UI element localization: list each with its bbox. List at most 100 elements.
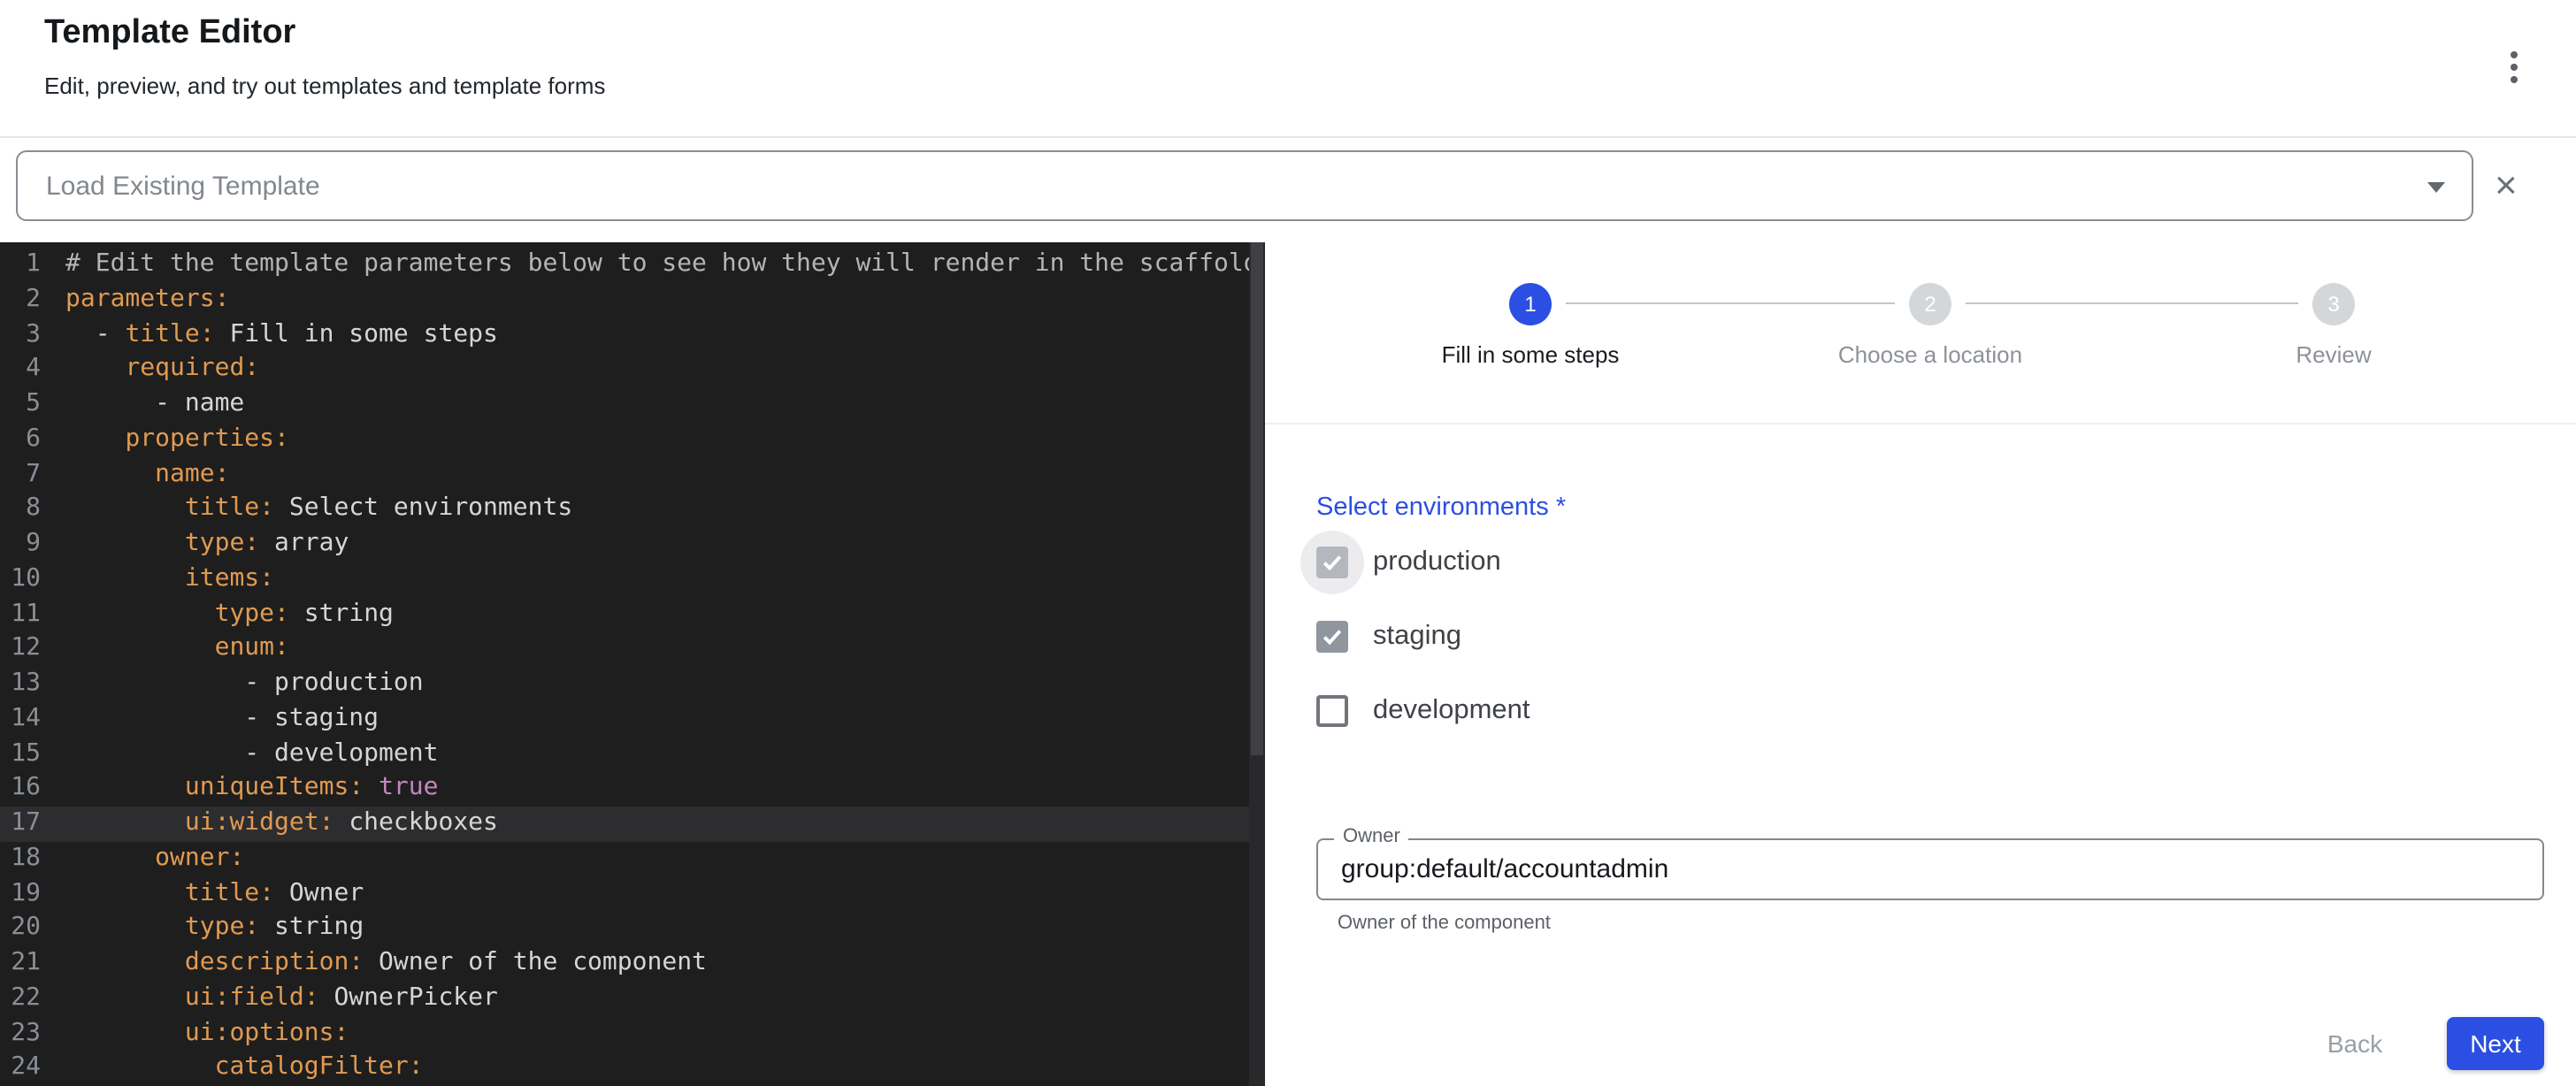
- code-text: # Edit the template parameters below to …: [65, 248, 1265, 283]
- code-text: - development: [65, 737, 438, 772]
- code-line[interactable]: 15 - development: [0, 737, 1265, 772]
- checkbox-checked-icon[interactable]: [1316, 547, 1348, 578]
- step-number-badge: 1: [1509, 283, 1552, 325]
- code-text: type: array: [65, 527, 349, 562]
- line-number: 3: [0, 317, 41, 353]
- load-existing-template-select[interactable]: Load Existing Template: [16, 150, 2473, 221]
- line-number: 11: [0, 597, 41, 632]
- code-text: name:: [65, 457, 229, 493]
- code-line[interactable]: 1# Edit the template parameters below to…: [0, 248, 1265, 283]
- code-text: items:: [65, 562, 274, 598]
- code-text: owner:: [65, 842, 244, 877]
- checkbox-wrap: [1316, 547, 1348, 578]
- checkbox-label: staging: [1373, 621, 1461, 653]
- back-button[interactable]: Back: [2300, 1017, 2410, 1070]
- code-line[interactable]: 9 type: array: [0, 527, 1265, 562]
- code-line[interactable]: 7 name:: [0, 457, 1265, 493]
- chevron-down-icon[interactable]: [2427, 182, 2445, 193]
- code-line[interactable]: 14 - staging: [0, 702, 1265, 738]
- line-number: 7: [0, 457, 41, 493]
- step-label: Fill in some steps: [1336, 341, 1725, 368]
- code-line[interactable]: 18 owner:: [0, 842, 1265, 877]
- code-line[interactable]: 11 type: string: [0, 597, 1265, 632]
- stepper-step[interactable]: 2Choose a location: [1736, 283, 2125, 368]
- code-text: title: Owner: [65, 876, 364, 912]
- line-number: 23: [0, 1016, 41, 1052]
- code-line[interactable]: 21 description: Owner of the component: [0, 946, 1265, 982]
- code-editor[interactable]: 1# Edit the template parameters below to…: [0, 242, 1265, 1086]
- line-number: 9: [0, 527, 41, 562]
- owner-field-value: group:default/accountadmin: [1341, 840, 1668, 899]
- code-line[interactable]: 8 title: Select environments: [0, 493, 1265, 528]
- line-number: 16: [0, 772, 41, 807]
- code-line[interactable]: 3 - title: Fill in some steps: [0, 317, 1265, 353]
- close-icon[interactable]: ×: [2495, 138, 2518, 233]
- line-number: 24: [0, 1052, 41, 1086]
- code-line[interactable]: 13 - production: [0, 667, 1265, 702]
- code-text: - title: Fill in some steps: [65, 317, 498, 353]
- step-label: Review: [2139, 341, 2528, 368]
- code-text: type: string: [65, 597, 394, 632]
- owner-helper-text: Owner of the component: [1338, 913, 1551, 934]
- required-asterisk: *: [1556, 493, 1566, 522]
- template-selector-row: Load Existing Template ×: [0, 138, 2576, 242]
- code-text: - production: [65, 667, 424, 702]
- code-line[interactable]: 10 items:: [0, 562, 1265, 598]
- line-number: 14: [0, 702, 41, 738]
- owner-input[interactable]: Owner group:default/accountadmin: [1316, 838, 2544, 900]
- step-label: Choose a location: [1736, 341, 2125, 368]
- kebab-dot: [2511, 76, 2518, 83]
- code-line[interactable]: 20 type: string: [0, 912, 1265, 947]
- code-line[interactable]: 6 properties:: [0, 423, 1265, 458]
- code-text: catalogFilter:: [65, 1052, 424, 1086]
- checkbox-row-staging[interactable]: staging: [1316, 600, 1530, 674]
- checkbox-label: development: [1373, 695, 1530, 727]
- step-number-badge: 3: [2312, 283, 2355, 325]
- line-number: 18: [0, 842, 41, 877]
- environments-group-label: Select environments *: [1316, 493, 1566, 522]
- code-text: properties:: [65, 423, 289, 458]
- code-text: ui:field: OwnerPicker: [65, 982, 498, 1017]
- checkbox-checked-icon[interactable]: [1316, 621, 1348, 653]
- code-line[interactable]: 23 ui:options:: [0, 1016, 1265, 1052]
- environments-label-text: Select environments: [1316, 493, 1549, 522]
- page-title: Template Editor: [44, 14, 295, 53]
- code-line[interactable]: 16 uniqueItems: true: [0, 772, 1265, 807]
- stepper: 1 Fill in some steps 2Choose a location 3 Re…: [1265, 242, 2576, 424]
- checkbox-row-development[interactable]: development: [1316, 674, 1530, 748]
- code-editor-lines: 1# Edit the template parameters below to…: [0, 248, 1265, 1086]
- checkbox-label: production: [1373, 547, 1501, 578]
- select-placeholder: Load Existing Template: [46, 171, 320, 201]
- line-number: 8: [0, 493, 41, 528]
- preview-panel: 1 Fill in some steps 2Choose a location 3 Re…: [1265, 242, 2576, 1086]
- code-line[interactable]: 4 required:: [0, 353, 1265, 388]
- line-number: 15: [0, 737, 41, 772]
- line-number: 17: [0, 807, 41, 842]
- line-number: 20: [0, 912, 41, 947]
- line-number: 19: [0, 876, 41, 912]
- code-line[interactable]: 5 - name: [0, 387, 1265, 423]
- line-number: 6: [0, 423, 41, 458]
- next-button[interactable]: Next: [2447, 1017, 2544, 1070]
- code-line[interactable]: 12 enum:: [0, 632, 1265, 668]
- code-line[interactable]: 24 catalogFilter:: [0, 1052, 1265, 1086]
- code-line[interactable]: 17 ui:widget: checkboxes: [0, 807, 1265, 842]
- checkbox-unchecked-icon[interactable]: [1316, 695, 1348, 727]
- line-number: 13: [0, 667, 41, 702]
- code-text: title: Select environments: [65, 493, 572, 528]
- line-number: 4: [0, 353, 41, 388]
- code-text: - staging: [65, 702, 379, 738]
- code-text: description: Owner of the component: [65, 946, 707, 982]
- code-text: enum:: [65, 632, 289, 668]
- editor-scrollbar[interactable]: [1249, 242, 1265, 1086]
- stepper-step[interactable]: 3 Review: [2139, 283, 2528, 368]
- stepper-step[interactable]: 1 Fill in some steps: [1336, 283, 1725, 368]
- code-line[interactable]: 2parameters:: [0, 283, 1265, 318]
- code-text: - name: [65, 387, 244, 423]
- kebab-menu-icon[interactable]: [2498, 42, 2530, 92]
- kebab-dot: [2511, 64, 2518, 71]
- scrollbar-thumb[interactable]: [1251, 242, 1263, 755]
- code-line[interactable]: 22 ui:field: OwnerPicker: [0, 982, 1265, 1017]
- code-line[interactable]: 19 title: Owner: [0, 876, 1265, 912]
- checkbox-row-production[interactable]: production: [1316, 525, 1530, 600]
